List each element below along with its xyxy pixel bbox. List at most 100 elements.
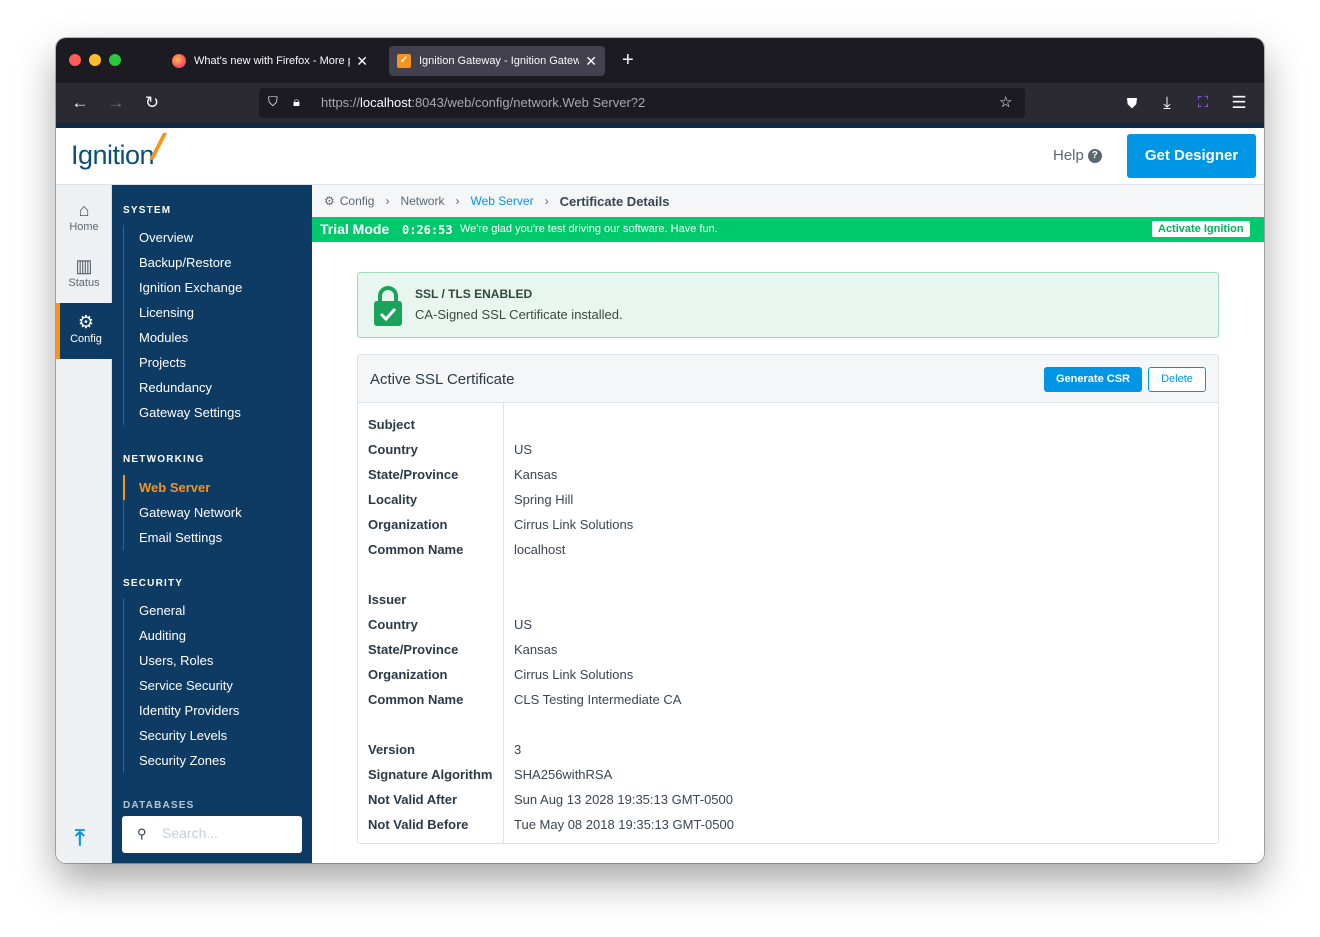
nav-section-security: SECURITY — [123, 578, 184, 589]
zoom-window-button[interactable] — [109, 54, 121, 66]
lock-warning-icon[interactable]: 🔒︎ — [293, 94, 300, 110]
certificate-row: Country US — [358, 612, 1218, 637]
certificate-row: Version 3 — [358, 737, 1218, 762]
nav-item-overview[interactable]: Overview — [124, 225, 303, 250]
close-window-button[interactable] — [69, 54, 81, 66]
screenshot-extension-icon[interactable]: ⛶ — [1191, 91, 1215, 115]
nav-item-identity-providers[interactable]: Identity Providers — [124, 698, 303, 723]
trial-mode-label: Trial Mode — [320, 221, 390, 237]
alert-title: SSL / TLS ENABLED — [415, 287, 533, 301]
bookmark-star-icon[interactable]: ☆ — [999, 93, 1012, 111]
certificate-row: State/Province Kansas — [358, 462, 1218, 487]
get-designer-button[interactable]: Get Designer — [1127, 134, 1256, 178]
nav-item-email-settings[interactable]: Email Settings — [124, 525, 303, 550]
tab-label: Ignition Gateway - Ignition Gatew — [419, 55, 580, 67]
scroll-to-top-icon[interactable]: ⤒ — [75, 825, 85, 851]
panel-title: Active SSL Certificate — [370, 371, 515, 388]
rail-item-home[interactable]: ⌂ Home — [56, 191, 112, 247]
nav-item-modules[interactable]: Modules — [124, 325, 303, 350]
rail-item-config[interactable]: ⚙ Config — [56, 303, 112, 359]
certificate-field-value: US — [514, 442, 533, 457]
certificate-field-label: State/Province — [368, 467, 459, 482]
nav-search-input[interactable] — [162, 825, 292, 841]
tab-firefox-whats-new[interactable]: What's new with Firefox - More p ✕ — [164, 46, 376, 76]
nav-item-security-levels[interactable]: Security Levels — [124, 723, 303, 748]
lock-check-icon — [374, 286, 402, 326]
certificate-field-label: Common Name — [368, 542, 464, 557]
chevron-right-icon: › — [385, 194, 390, 208]
new-tab-plus-icon[interactable]: + — [622, 48, 634, 72]
certificate-field-label: Subject — [368, 417, 415, 432]
breadcrumb-web-server[interactable]: Web Server — [470, 194, 533, 208]
certificate-field-label: Not Valid After — [368, 792, 458, 807]
nav-section-databases: DATABASES — [123, 800, 195, 811]
nav-item-web-server[interactable]: Web Server — [123, 475, 303, 500]
certificate-row: Country US — [358, 437, 1218, 462]
pocket-icon[interactable]: ⛊ — [1120, 91, 1144, 115]
nav-item-service-security[interactable]: Service Security — [124, 673, 303, 698]
gear-icon: ⚙ — [77, 312, 95, 332]
certificate-field-value: CLS Testing Intermediate CA — [514, 692, 682, 707]
nav-item-security-zones[interactable]: Security Zones — [124, 748, 303, 773]
gear-icon: ⚙ — [324, 194, 335, 208]
ssl-enabled-alert: SSL / TLS ENABLED CA-Signed SSL Certific… — [357, 272, 1219, 338]
rail-label: Home — [69, 221, 99, 233]
trial-timer: 0:26:53 — [402, 223, 453, 237]
tab-label: What's new with Firefox - More p — [194, 55, 351, 67]
config-nav-panel: SYSTEM Overview Backup/Restore Ignition … — [112, 185, 312, 863]
menu-hamburger-icon[interactable]: ☰ — [1227, 91, 1251, 115]
chevron-right-icon: › — [544, 194, 549, 208]
search-icon: ⚲ — [137, 826, 147, 841]
forward-arrow-icon[interactable]: → — [104, 91, 128, 115]
main-content: SSL / TLS ENABLED CA-Signed SSL Certific… — [312, 242, 1264, 863]
nav-item-redundancy[interactable]: Redundancy — [124, 375, 303, 400]
certificate-field-value: localhost — [514, 542, 566, 557]
ignition-logo[interactable]: Ignition / — [71, 126, 169, 171]
nav-item-auditing[interactable]: Auditing — [124, 623, 303, 648]
nav-item-gateway-settings[interactable]: Gateway Settings — [124, 400, 303, 425]
download-icon[interactable]: ⤓ — [1155, 91, 1179, 115]
generate-csr-button[interactable]: Generate CSR — [1044, 367, 1142, 392]
certificate-field-value: US — [514, 617, 533, 632]
nav-search-box[interactable]: ⚲ — [122, 816, 302, 853]
close-tab-icon[interactable]: ✕ — [585, 53, 597, 70]
nav-item-users-roles[interactable]: Users, Roles — [124, 648, 303, 673]
rail-item-status[interactable]: ▥ Status — [56, 247, 112, 303]
nav-item-gateway-network[interactable]: Gateway Network — [124, 500, 303, 525]
breadcrumb-network[interactable]: Network — [400, 194, 444, 208]
url-bar[interactable]: ⛉ 🔒︎ https://localhost:8043/web/config/n… — [259, 88, 1025, 118]
certificate-row: Subject — [358, 412, 1218, 437]
certificate-field-value: Kansas — [514, 467, 558, 482]
tab-ignition-gateway[interactable]: ✓ Ignition Gateway - Ignition Gatew ✕ — [389, 46, 605, 76]
rail-label: Config — [70, 333, 102, 345]
url-text[interactable]: https://localhost:8043/web/config/networ… — [321, 95, 645, 110]
breadcrumb-config[interactable]: Config — [340, 194, 375, 208]
nav-item-backup-restore[interactable]: Backup/Restore — [124, 250, 303, 275]
certificate-field-label: Organization — [368, 517, 448, 532]
activate-ignition-button[interactable]: Activate Ignition — [1152, 221, 1250, 237]
delete-button[interactable]: Delete — [1148, 367, 1206, 392]
certificate-row: Issuer — [358, 587, 1218, 612]
breadcrumb-current: Certificate Details — [559, 193, 670, 209]
certificate-field-label: Version — [368, 742, 415, 757]
certificate-field-label: Organization — [368, 667, 448, 682]
back-arrow-icon[interactable]: ← — [68, 91, 92, 115]
url-path: :8043/web/config/network.Web Server?2 — [411, 95, 646, 110]
reload-icon[interactable]: ↻ — [140, 91, 164, 115]
question-circle-icon: ? — [1087, 148, 1102, 163]
nav-item-projects[interactable]: Projects — [124, 350, 303, 375]
certificate-row: Not Valid Before Tue May 08 2018 19:35:13… — [358, 812, 1218, 837]
nav-item-ignition-exchange[interactable]: Ignition Exchange — [124, 275, 303, 300]
shield-icon[interactable]: ⛉ — [268, 94, 278, 110]
certificate-row: Not Valid After Sun Aug 13 2028 19:35:13 … — [358, 787, 1218, 812]
trial-mode-bar: Trial Mode 0:26:53 We're glad you're tes… — [312, 217, 1264, 242]
certificate-field-value: 3 — [514, 742, 522, 757]
certificate-row — [358, 562, 1218, 587]
certificate-field-label: Locality — [368, 492, 418, 507]
help-link[interactable]: Help ? — [1053, 147, 1102, 164]
close-tab-icon[interactable]: ✕ — [356, 53, 368, 70]
certificate-field-value: Cirrus Link Solutions — [514, 667, 634, 682]
nav-item-general[interactable]: General — [124, 598, 303, 623]
minimize-window-button[interactable] — [89, 54, 101, 66]
nav-item-licensing[interactable]: Licensing — [124, 300, 303, 325]
